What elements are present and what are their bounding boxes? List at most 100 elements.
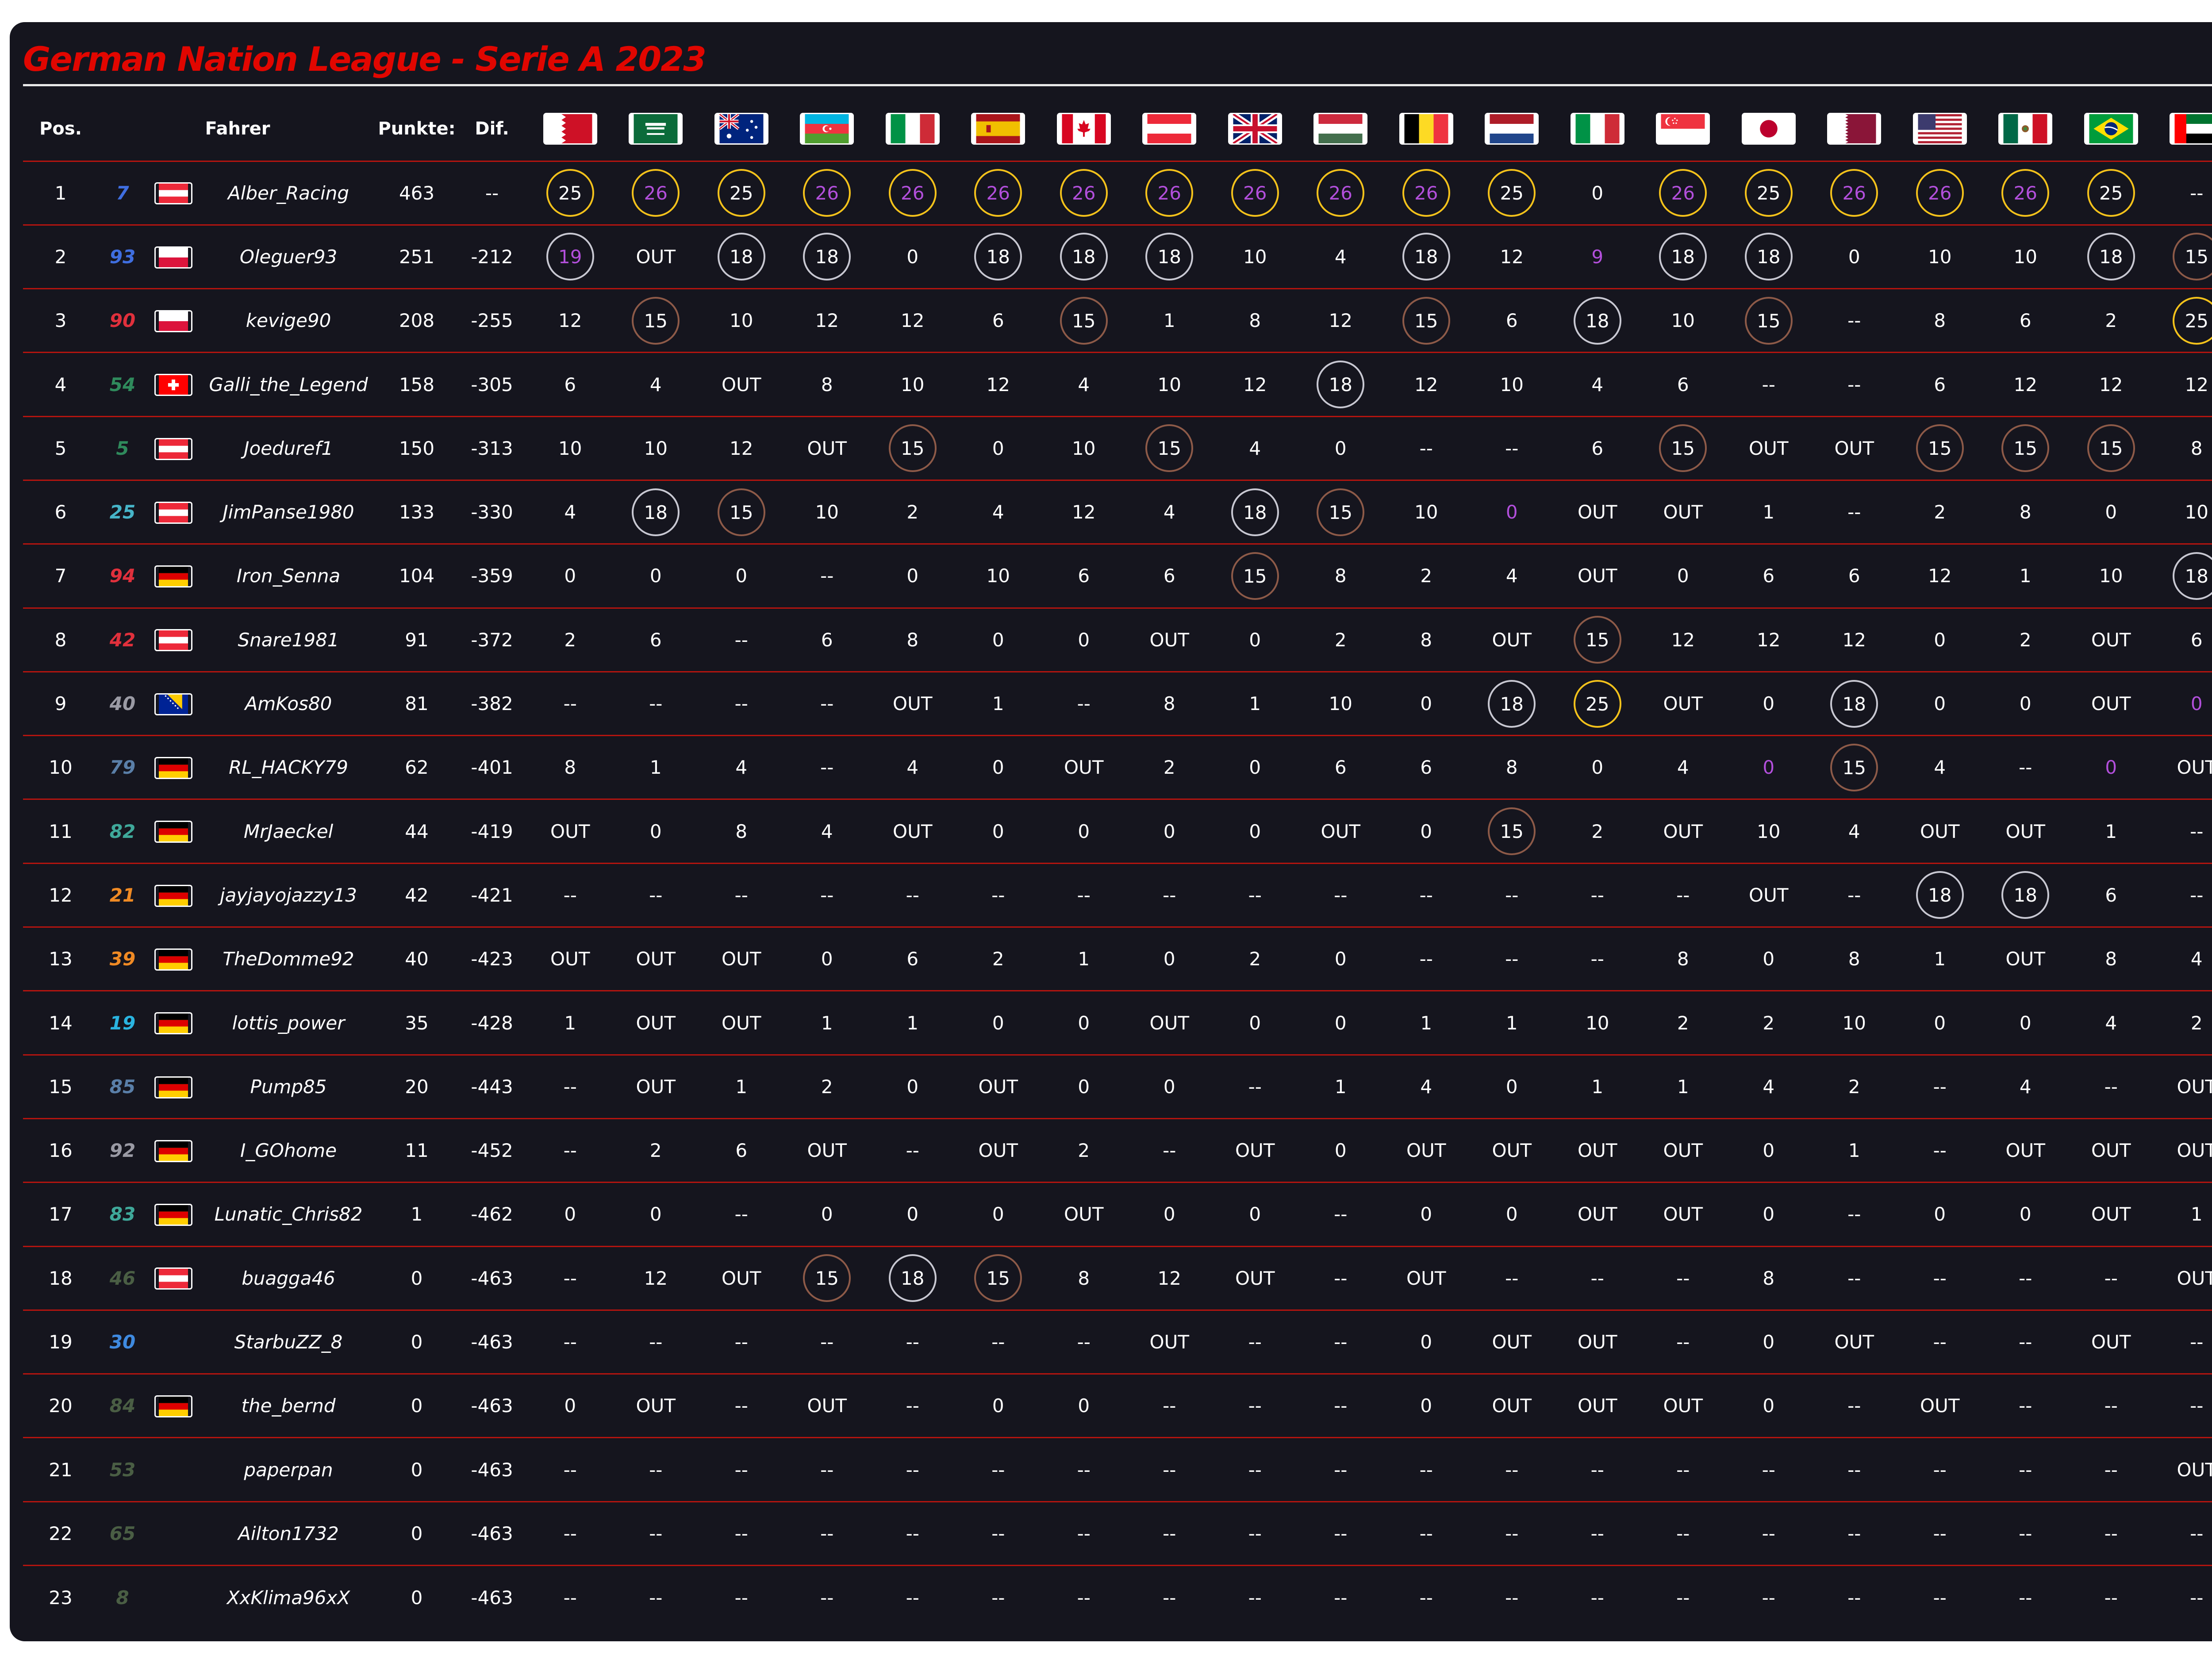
race-result: 12 xyxy=(1383,353,1469,416)
result-value: 2 xyxy=(1163,756,1175,779)
table-row: 14 19 lottis_power 35 -428 1 OUT OUT 1 1 0 0 OUT 0 0 1 1… xyxy=(23,991,2212,1055)
race-result: 25 xyxy=(2154,289,2212,353)
driver-name: Pump85 xyxy=(250,1075,327,1098)
bronze-result-badge: 15 xyxy=(1488,807,1536,856)
result-value: 6 xyxy=(1163,565,1175,587)
silver-result-badge: 18 xyxy=(1488,680,1536,728)
race-result: -- xyxy=(870,863,956,927)
driver-flag-cell xyxy=(147,608,200,672)
race-result: OUT xyxy=(1127,991,1213,1055)
race-result: 15 xyxy=(1640,416,1726,480)
race-result: 0 xyxy=(784,1183,870,1246)
race-result: 15 xyxy=(1555,608,1640,672)
race-result: OUT xyxy=(613,927,699,991)
result-value: 0 xyxy=(821,948,833,970)
table-row: 20 84 the_bernd 0 -463 0 OUT -- OUT -- 0 0 -- -- -- 0 OU… xyxy=(23,1374,2212,1438)
result-value: 0 xyxy=(992,437,1004,459)
position-cell: 5 xyxy=(54,437,67,459)
page-title: German Nation League - Serie A 2023 xyxy=(23,39,707,79)
race-result: 6 xyxy=(1640,353,1726,416)
race-result: 26 xyxy=(956,161,1041,225)
result-value: 0 xyxy=(1249,1012,1261,1034)
driver-flag-cell xyxy=(147,1438,200,1501)
result-value: -- xyxy=(734,629,748,651)
race-result: -- xyxy=(1640,1438,1726,1501)
race-result: 18 xyxy=(956,225,1041,288)
result-value: 0 xyxy=(1249,756,1261,779)
race-result: 12 xyxy=(1041,480,1127,544)
race-result: 4 xyxy=(1298,225,1384,288)
result-value: OUT xyxy=(722,1267,761,1289)
race-result: -- xyxy=(1298,1310,1384,1374)
result-value: -- xyxy=(2019,1331,2032,1353)
car-number: 21 xyxy=(109,884,136,906)
result-value: 0 xyxy=(564,1395,576,1417)
result-value: -- xyxy=(906,1459,919,1481)
race-result: 2 xyxy=(2068,289,2154,353)
diff-cell: -463 xyxy=(471,1331,513,1353)
points-cell: 40 xyxy=(405,948,429,970)
race-result: OUT xyxy=(784,1374,870,1438)
race-result: 0 xyxy=(1041,608,1127,672)
silver-result-badge: 18 xyxy=(1145,233,1194,281)
race-result: 0 xyxy=(1041,1374,1127,1438)
germany-flag-icon xyxy=(154,1204,192,1226)
result-value: 6 xyxy=(1934,373,1946,396)
race-result: OUT xyxy=(699,991,784,1055)
result-value: -- xyxy=(991,1459,1005,1481)
result-value: OUT xyxy=(722,948,761,970)
race-result: -- xyxy=(1812,289,1897,353)
result-value: 10 xyxy=(901,373,925,396)
result-value: 12 xyxy=(2099,373,2123,396)
race-result: -- xyxy=(1041,1566,1127,1629)
result-value: -- xyxy=(1163,1395,1176,1417)
race-result: OUT xyxy=(1127,608,1213,672)
result-value: 2 xyxy=(1420,565,1432,587)
race-result: 10 xyxy=(1640,289,1726,353)
race-header xyxy=(784,97,870,161)
race-result: -- xyxy=(1640,1566,1726,1629)
position-cell: 23 xyxy=(49,1586,73,1609)
result-value: 4 xyxy=(1078,373,1090,396)
result-value: 6 xyxy=(906,948,919,970)
gold-result-badge: 26 xyxy=(1659,169,1707,217)
bronze-result-badge: 15 xyxy=(1573,616,1621,664)
result-value: 6 xyxy=(2019,310,2032,332)
result-value: -- xyxy=(1077,1522,1091,1544)
result-value: 0 xyxy=(1934,1012,1946,1034)
race-result: 0 xyxy=(1212,1183,1298,1246)
race-result: -- xyxy=(1640,1310,1726,1374)
points-cell: 463 xyxy=(399,182,435,204)
race-header xyxy=(1212,97,1298,161)
race-result: 1 xyxy=(1298,1055,1384,1118)
result-value: 6 xyxy=(564,373,576,396)
diff-cell: -313 xyxy=(471,437,513,459)
result-value: -- xyxy=(1933,1331,1947,1353)
silver-result-badge: 18 xyxy=(803,233,851,281)
race-result: -- xyxy=(699,672,784,735)
race-result: -- xyxy=(1555,927,1640,991)
race-result: 0 xyxy=(1726,672,1812,735)
race-result: 15 xyxy=(1383,289,1469,353)
result-value: 4 xyxy=(1763,1075,1775,1098)
result-value: 0 xyxy=(1163,948,1175,970)
result-value: OUT xyxy=(2177,756,2212,779)
result-value: 6 xyxy=(1848,565,1860,587)
race-result: 4 xyxy=(1212,416,1298,480)
result-value: 2 xyxy=(2105,310,2117,332)
result-value: OUT xyxy=(1663,1140,1703,1162)
result-value: -- xyxy=(1505,884,1519,906)
result-value: -- xyxy=(1077,693,1091,715)
bronze-result-badge: 15 xyxy=(1659,424,1707,472)
race-result: OUT xyxy=(1897,1374,1983,1438)
table-row: 21 53 paperpan 0 -463 -- -- -- -- -- -- -- -- -- -- -- -… xyxy=(23,1437,2212,1501)
race-result: 15 xyxy=(1897,416,1983,480)
race-result: -- xyxy=(1383,1566,1469,1629)
race-result: 4 xyxy=(1127,480,1213,544)
race-result: 0 xyxy=(870,225,956,288)
diff-cell: -463 xyxy=(471,1267,513,1289)
switzerland-flag-icon xyxy=(154,374,192,396)
gold-result-badge: 26 xyxy=(974,169,1022,217)
points-cell: 35 xyxy=(405,1012,429,1034)
race-result: 0 xyxy=(956,608,1041,672)
